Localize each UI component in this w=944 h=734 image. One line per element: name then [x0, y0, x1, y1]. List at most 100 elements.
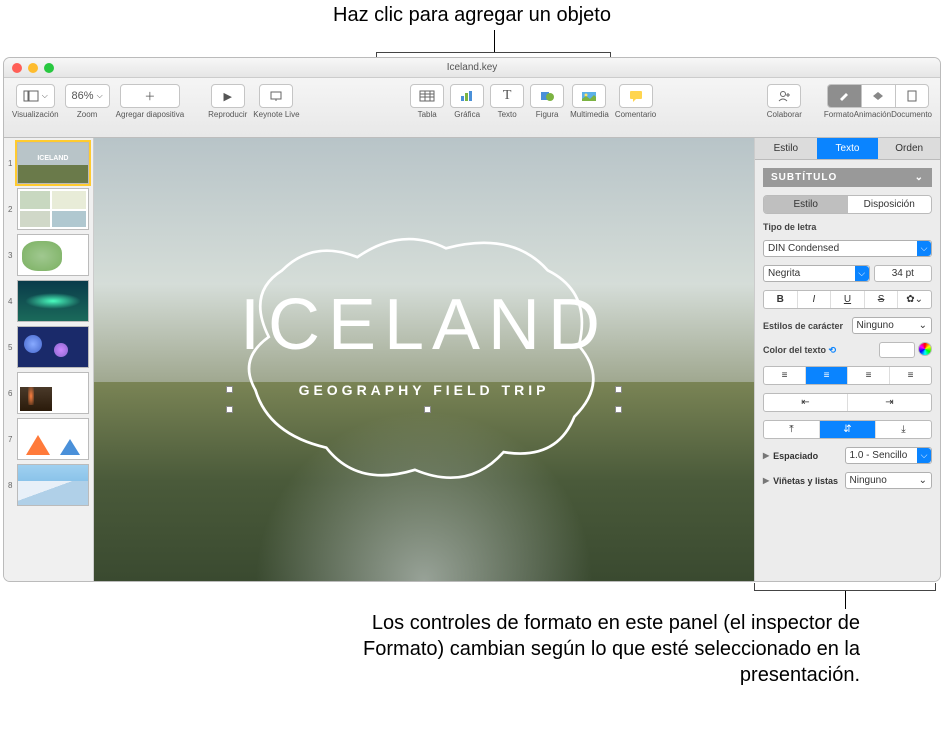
- shape-group: Figura: [530, 84, 564, 119]
- slide-canvas[interactable]: ICELAND GEOGRAPHY FIELD TRIP: [94, 138, 754, 581]
- add-slide-button[interactable]: ＋: [120, 84, 180, 108]
- shape-icon: [539, 90, 555, 102]
- bold-button[interactable]: B: [764, 291, 798, 308]
- view-icon: [23, 90, 39, 102]
- add-slide-group: ＋ Agregar diapositiva: [116, 84, 184, 119]
- char-style-select[interactable]: Ninguno⌄: [852, 317, 932, 334]
- collab-label: Colaborar: [767, 110, 802, 119]
- selection-handle[interactable]: [424, 406, 431, 413]
- add-slide-label: Agregar diapositiva: [116, 110, 184, 119]
- keynote-live-label: Keynote Live: [253, 110, 299, 119]
- text-color-well[interactable]: [879, 342, 915, 358]
- document-tab[interactable]: [895, 84, 929, 108]
- tab-order[interactable]: Orden: [878, 138, 940, 160]
- annotation-connector: [494, 30, 495, 52]
- format-inspector: Estilo Texto Orden SUBTÍTULO ⌄ Estilo Di…: [754, 138, 940, 581]
- keynote-live-group: Keynote Live: [253, 84, 299, 119]
- slide-subline[interactable]: GEOGRAPHY FIELD TRIP: [94, 382, 754, 398]
- brush-icon: [837, 90, 851, 102]
- toolbar: ⌵ Visualización 86%⌵ Zoom ＋ Agregar diap…: [4, 78, 940, 138]
- slide-headline[interactable]: ICELAND: [94, 284, 754, 366]
- text-icon: T: [503, 88, 512, 104]
- slide-thumb-6[interactable]: 6: [8, 372, 89, 414]
- tab-style[interactable]: Estilo: [755, 138, 817, 160]
- document-title: Iceland.key: [4, 62, 940, 73]
- gear-button[interactable]: ✿⌄: [898, 291, 931, 308]
- format-label: Formato: [824, 110, 854, 119]
- valign-top-button[interactable]: ⤒: [764, 421, 820, 438]
- selection-handle[interactable]: [615, 406, 622, 413]
- paragraph-style-picker[interactable]: SUBTÍTULO ⌄: [763, 168, 932, 187]
- subtab-layout[interactable]: Disposición: [848, 196, 932, 213]
- selection-handle[interactable]: [226, 406, 233, 413]
- valign-buttons: ⤒ ⇵ ⤓: [763, 420, 932, 439]
- animate-label: Animación: [854, 110, 891, 119]
- play-button[interactable]: ▶: [211, 84, 245, 108]
- align-left-button[interactable]: ≡: [764, 367, 806, 384]
- spacing-select[interactable]: 1.0 - Sencillo: [845, 447, 933, 464]
- align-justify-button[interactable]: ≡: [890, 367, 931, 384]
- chevron-down-icon: ⌄: [915, 172, 924, 183]
- text-style-buttons: B I U S ✿⌄: [763, 290, 932, 309]
- align-right-button[interactable]: ≡: [848, 367, 890, 384]
- keynote-live-icon: [268, 90, 284, 102]
- slide-thumb-4[interactable]: 4: [8, 280, 89, 322]
- shape-button[interactable]: [530, 84, 564, 108]
- chart-button[interactable]: [450, 84, 484, 108]
- slide-thumb-5[interactable]: 5: [8, 326, 89, 368]
- keynote-live-button[interactable]: [259, 84, 293, 108]
- chart-icon: [459, 90, 475, 102]
- selection-handle[interactable]: [615, 386, 622, 393]
- format-tab[interactable]: [827, 84, 861, 108]
- document-label: Documento: [891, 110, 932, 119]
- spacing-disclosure[interactable]: ▶Espaciado: [763, 451, 841, 461]
- slide-thumb-7[interactable]: 7: [8, 418, 89, 460]
- font-size-stepper[interactable]: 34 pt: [874, 265, 932, 282]
- alignment-buttons: ≡ ≡ ≡ ≡: [763, 366, 932, 385]
- person-add-icon: [776, 90, 792, 102]
- paragraph-style-label: SUBTÍTULO: [771, 172, 837, 183]
- play-group: ▶ Reproducir: [208, 84, 247, 119]
- table-label: Tabla: [418, 110, 437, 119]
- slide-thumb-3[interactable]: 3: [8, 234, 89, 276]
- collaborate-button[interactable]: [767, 84, 801, 108]
- outdent-button[interactable]: ⇤: [764, 394, 848, 411]
- font-weight-select[interactable]: Negrita: [763, 265, 870, 282]
- text-color-label: Color del texto ⟲: [763, 345, 846, 356]
- color-wheel-button[interactable]: [918, 342, 932, 356]
- italic-button[interactable]: I: [798, 291, 832, 308]
- underline-button[interactable]: U: [831, 291, 865, 308]
- app-window: Iceland.key ⌵ Visualización 86%⌵ Zoom ＋ …: [4, 58, 940, 581]
- zoom-group: 86%⌵ Zoom: [65, 84, 110, 119]
- inspector-tabs: Estilo Texto Orden: [755, 138, 940, 160]
- subtab-style[interactable]: Estilo: [764, 196, 848, 213]
- collab-group: Colaborar: [767, 84, 802, 119]
- view-button[interactable]: ⌵: [16, 84, 55, 108]
- valign-bottom-button[interactable]: ⤓: [876, 421, 931, 438]
- titlebar: Iceland.key: [4, 58, 940, 78]
- animate-tab[interactable]: [861, 84, 895, 108]
- valign-middle-button[interactable]: ⇵: [820, 421, 876, 438]
- text-button[interactable]: T: [490, 84, 524, 108]
- table-button[interactable]: [410, 84, 444, 108]
- bullets-select[interactable]: Ninguno⌄: [845, 472, 933, 489]
- media-button[interactable]: [572, 84, 606, 108]
- slide-navigator[interactable]: 1 ICELAND 2 3 4 5 6: [4, 138, 94, 581]
- annotation-top: Haz clic para agregar un objeto: [0, 4, 944, 27]
- indent-button[interactable]: ⇥: [848, 394, 931, 411]
- slide-thumb-1[interactable]: 1 ICELAND: [8, 142, 89, 184]
- tab-text[interactable]: Texto: [817, 138, 879, 160]
- align-center-button[interactable]: ≡: [806, 367, 848, 384]
- font-family-select[interactable]: DIN Condensed: [763, 240, 932, 257]
- comment-button[interactable]: [619, 84, 653, 108]
- inspector-body: SUBTÍTULO ⌄ Estilo Disposición Tipo de l…: [755, 160, 940, 497]
- slide-thumb-2[interactable]: 2: [8, 188, 89, 230]
- selection-handle[interactable]: [226, 386, 233, 393]
- slide-thumb-8[interactable]: 8: [8, 464, 89, 506]
- content-area: 1 ICELAND 2 3 4 5 6: [4, 138, 940, 581]
- bullets-disclosure[interactable]: ▶Viñetas y listas: [763, 476, 841, 486]
- zoom-button[interactable]: 86%⌵: [65, 84, 110, 108]
- strike-button[interactable]: S: [865, 291, 899, 308]
- sidebar-tabs: [827, 84, 929, 108]
- text-subtabs: Estilo Disposición: [763, 195, 932, 214]
